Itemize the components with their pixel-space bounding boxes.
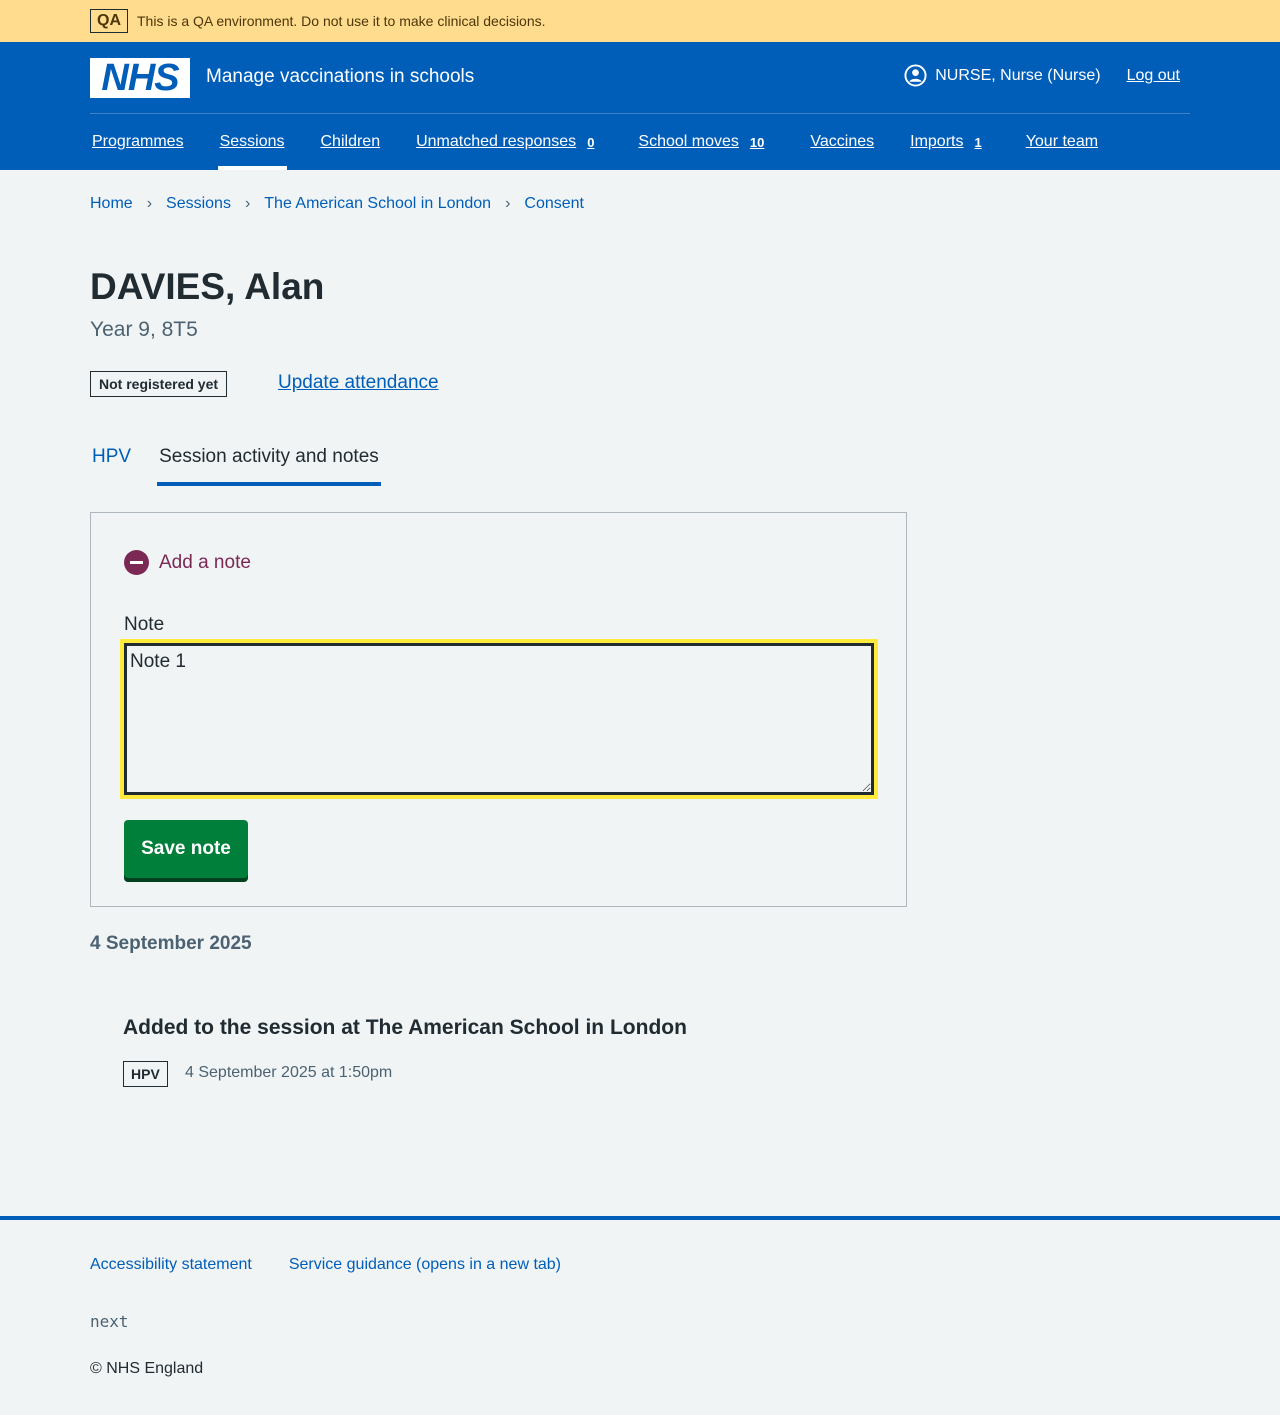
add-note-panel: Add a note Note Note 1 Save note (90, 512, 907, 907)
service-name[interactable]: Manage vaccinations in schools (206, 66, 474, 88)
activity-date-heading: 4 September 2025 (90, 933, 252, 954)
status-badge: Not registered yet (90, 371, 228, 397)
nav-item-imports[interactable]: Imports 1 (908, 114, 984, 170)
app-version: next (90, 1312, 129, 1331)
nav-item-programmes[interactable]: Programmes (90, 114, 186, 170)
tab-hpv[interactable]: HPV (90, 440, 133, 486)
footer-link-accessibility[interactable]: Accessibility statement (90, 1256, 252, 1274)
user-area: NURSE, Nurse (Nurse) Log out (904, 64, 1180, 87)
programme-tag: HPV (123, 1061, 168, 1087)
nav-item-unmatched-responses[interactable]: Unmatched responses 0 (414, 114, 596, 170)
qa-tag: QA (90, 9, 128, 33)
activity-event-title: Added to the session at The American Sch… (123, 1016, 687, 1039)
breadcrumb-sessions[interactable]: Sessions (166, 195, 231, 213)
nav-count-badge: 1 (974, 134, 982, 150)
nhs-logo[interactable]: NHS (90, 58, 190, 98)
footer-divider (0, 1216, 1280, 1220)
nav-item-sessions[interactable]: Sessions (217, 114, 287, 170)
site-header: NHS Manage vaccinations in schools NURSE… (0, 42, 1280, 170)
copyright: © NHS England (90, 1360, 204, 1377)
nav-item-vaccines[interactable]: Vaccines (808, 114, 876, 170)
note-focus-ring: Note 1 (120, 639, 878, 799)
breadcrumb-consent[interactable]: Consent (524, 195, 584, 213)
chevron-right-icon: › (244, 195, 251, 212)
tab-session-activity[interactable]: Session activity and notes (157, 440, 381, 486)
breadcrumb-school[interactable]: The American School in London (264, 195, 491, 213)
primary-nav: Programmes Sessions Children Unmatched r… (90, 114, 1132, 170)
nav-item-school-moves[interactable]: School moves 10 (636, 114, 766, 170)
add-note-toggle[interactable]: Add a note (124, 550, 251, 575)
add-note-summary: Add a note (159, 551, 251, 573)
chevron-right-icon: › (146, 195, 153, 212)
footer-link-service-guidance[interactable]: Service guidance (opens in a new tab) (289, 1256, 561, 1274)
chevron-right-icon: › (505, 195, 511, 212)
note-label: Note (124, 614, 165, 635)
patient-subtitle: Year 9, 8T5 (90, 318, 198, 341)
activity-event-time: 4 September 2025 at 1:50pm (185, 1064, 393, 1081)
footer-links: Accessibility statement Service guidance… (90, 1256, 598, 1274)
nav-count-badge: 0 (587, 134, 595, 150)
qa-banner: QA This is a QA environment. Do not use … (0, 0, 1280, 42)
minus-circle-icon (124, 550, 149, 575)
user-name: NURSE, Nurse (Nurse) (935, 66, 1101, 84)
user-icon (904, 64, 927, 87)
breadcrumb: Home › Sessions › The American School in… (90, 195, 584, 213)
save-note-button[interactable]: Save note (124, 820, 248, 878)
nav-item-your-team[interactable]: Your team (1024, 114, 1100, 170)
breadcrumb-home[interactable]: Home (90, 195, 133, 213)
qa-banner-text: This is a QA environment. Do not use it … (137, 13, 546, 29)
nav-item-children[interactable]: Children (319, 114, 383, 170)
nav-count-badge: 10 (749, 134, 765, 150)
logout-link[interactable]: Log out (1127, 67, 1180, 85)
update-attendance-link[interactable]: Update attendance (278, 372, 439, 394)
page-title: DAVIES, Alan (90, 266, 325, 307)
tab-list: HPV Session activity and notes (90, 440, 405, 486)
note-textarea[interactable]: Note 1 (124, 643, 874, 795)
